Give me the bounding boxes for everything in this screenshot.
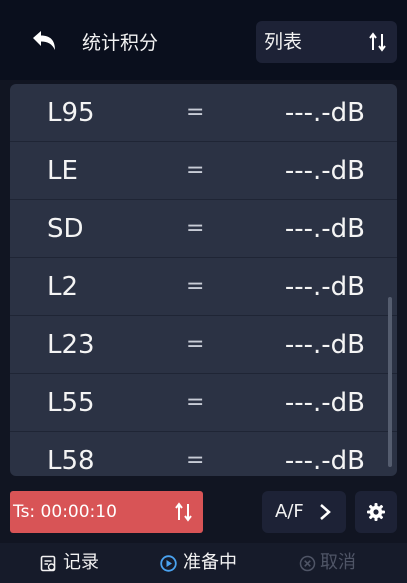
metric-name: L95 [47,98,95,128]
sort-icon [175,502,192,522]
play-circle-icon [160,555,177,572]
cancel-circle-icon [299,555,316,572]
metric-value: ---.-dB [284,388,365,418]
sort-icon [369,32,386,52]
screen: 统计积分 列表 L95 = ---.-dB LE = ---.-dB SD = … [0,0,407,583]
equals-sign: = [186,448,205,473]
list-item: L58 = ---.-dB [10,432,397,476]
metric-value: ---.-dB [284,214,365,244]
metric-value: ---.-dB [284,98,365,128]
equals-sign: = [186,158,205,183]
af-weighting-button[interactable]: A/F [262,491,346,533]
results-list[interactable]: L95 = ---.-dB LE = ---.-dB SD = ---.-dB … [10,84,397,476]
metric-name: SD [47,214,84,244]
settings-button[interactable] [355,491,397,533]
list-item: L95 = ---.-dB [10,84,397,142]
metric-name: L58 [47,446,95,476]
cancel-label: 取消 [320,552,356,573]
header-bar: 统计积分 列表 [0,0,407,80]
list-item: SD = ---.-dB [10,200,397,258]
ts-duration-label: Ts: 00:00:10 [13,502,117,522]
equals-sign: = [186,216,205,241]
list-item: L23 = ---.-dB [10,316,397,374]
equals-sign: = [186,332,205,357]
metric-value: ---.-dB [284,156,365,186]
list-item: L2 = ---.-dB [10,258,397,316]
equals-sign: = [186,100,205,125]
metric-value: ---.-dB [284,330,365,360]
view-mode-label: 列表 [264,31,303,53]
view-mode-select[interactable]: 列表 [256,21,397,63]
metric-value: ---.-dB [284,446,365,476]
record-icon [40,555,56,572]
ready-status-button[interactable]: 准备中 [160,550,250,576]
record-label: 记录 [63,552,99,573]
equals-sign: = [186,390,205,415]
list-item: LE = ---.-dB [10,142,397,200]
metric-value: ---.-dB [284,272,365,302]
metric-name: L2 [47,272,79,302]
ready-status-label: 准备中 [183,552,237,573]
af-weighting-label: A/F [275,501,304,522]
gear-icon [367,503,385,521]
cancel-button[interactable]: 取消 [299,550,379,576]
back-arrow-icon[interactable] [30,27,60,57]
list-item: L55 = ---.-dB [10,374,397,432]
chevron-right-icon [320,504,331,520]
list-scrollbar[interactable] [388,297,392,467]
bottom-toolbar: 记录 准备中 取消 [0,543,407,583]
metric-name: LE [47,156,78,186]
record-button[interactable]: 记录 [40,550,120,576]
equals-sign: = [186,274,205,299]
metric-name: L23 [47,330,95,360]
metric-name: L55 [47,388,95,418]
page-title: 统计积分 [82,32,159,54]
ts-duration-button[interactable]: Ts: 00:00:10 [10,491,203,533]
